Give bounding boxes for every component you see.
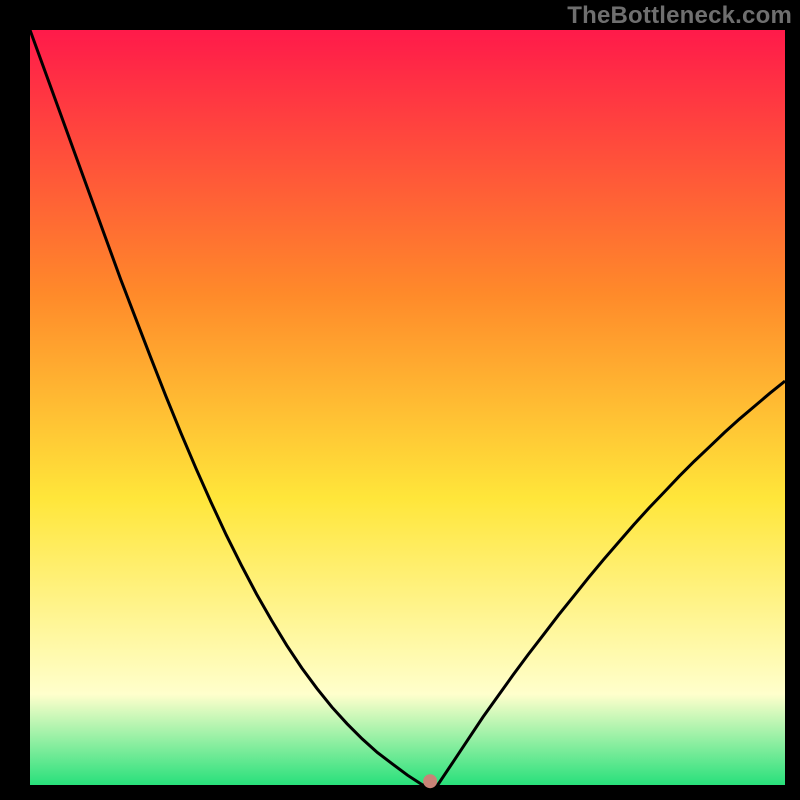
plot-gradient-background <box>30 30 785 785</box>
watermark-text: TheBottleneck.com <box>567 2 792 30</box>
chart-svg <box>0 0 800 800</box>
optimal-point-marker <box>423 774 437 788</box>
chart-container: TheBottleneck.com <box>0 0 800 800</box>
